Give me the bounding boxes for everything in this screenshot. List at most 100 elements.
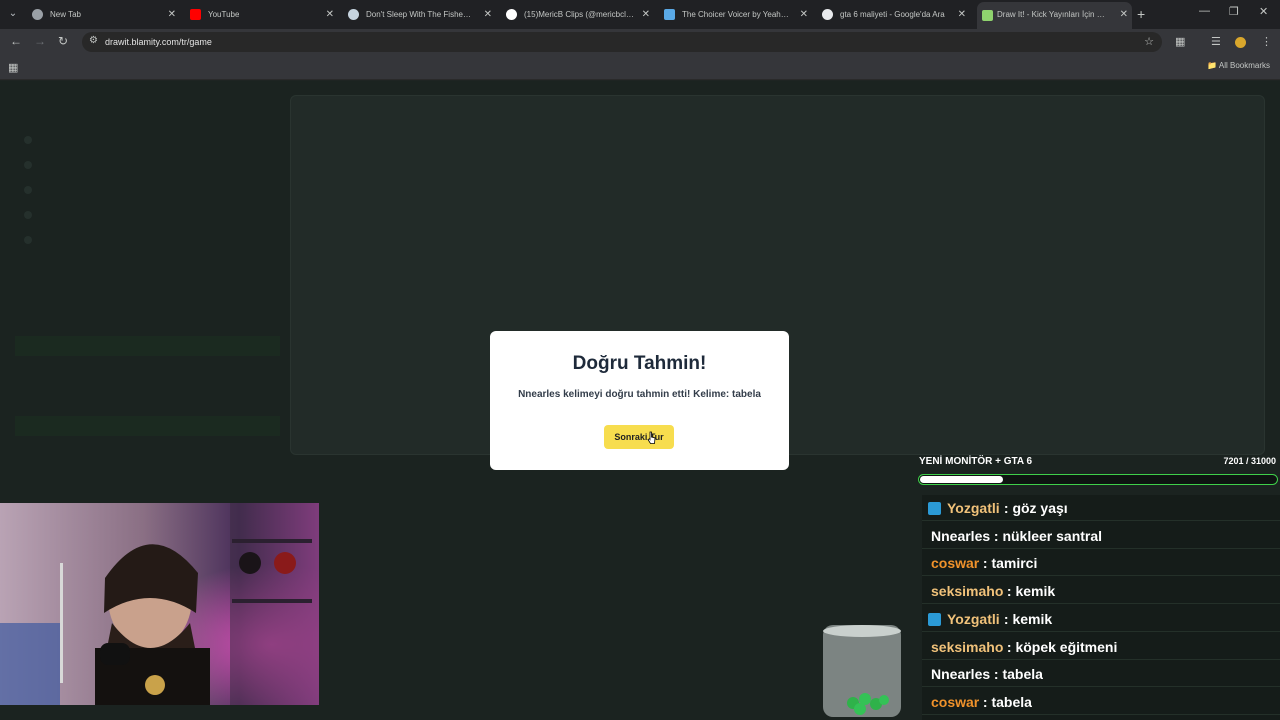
- bookmark-star-icon[interactable]: ☆: [1144, 35, 1154, 48]
- subscriber-badge-icon: [928, 502, 941, 515]
- chat-message: seksimaho : köpek eğitmeni: [922, 634, 1280, 660]
- player-row: [10, 156, 275, 174]
- goal-progress-fill: [920, 476, 1003, 483]
- goal-count: 7201 / 31000: [1223, 456, 1276, 466]
- profile-avatar[interactable]: [1235, 37, 1246, 48]
- close-tab-icon[interactable]: ✕: [168, 4, 176, 25]
- tab-search-icon[interactable]: ⌄: [5, 6, 21, 22]
- chat-message: seksimaho : kemik: [922, 578, 1280, 605]
- close-tab-icon[interactable]: ✕: [800, 4, 808, 25]
- menu-icon[interactable]: ⋮: [1261, 35, 1272, 48]
- chat-message-text: : kemik: [1000, 610, 1053, 627]
- feed-line: [15, 436, 280, 456]
- correct-guess-modal: Doğru Tahmin! Nnearles kelimeyi doğru ta…: [490, 331, 789, 470]
- chat-message-text: : kemik: [1003, 583, 1056, 600]
- modal-title: Doğru Tahmin!: [572, 353, 707, 374]
- player-avatar: [24, 186, 32, 194]
- chat-username: coswar: [931, 693, 980, 710]
- browser-tab-bar: ⌄ New Tab ✕ YouTube ✕ Don't Sleep With T…: [0, 0, 1280, 29]
- globe-icon: [32, 9, 43, 20]
- all-bookmarks-button[interactable]: 📁 All Bookmarks: [1207, 61, 1270, 70]
- close-window-icon[interactable]: ✕: [1259, 5, 1268, 18]
- close-tab-icon[interactable]: ✕: [642, 4, 650, 25]
- chat-username: seksimaho: [931, 638, 1004, 655]
- tab-new-tab[interactable]: New Tab ✕: [32, 4, 180, 25]
- tab-tiktok[interactable]: (15)MericB Clips (@mericbclips ✕: [506, 4, 654, 25]
- game-page: Doğru Tahmin! Nnearles kelimeyi doğru ta…: [0, 81, 1280, 720]
- feed-line: [15, 416, 280, 436]
- minimize-icon[interactable]: —: [1199, 5, 1210, 17]
- folder-icon: 📁: [1207, 61, 1218, 70]
- youtube-icon: [190, 9, 201, 20]
- chat-message-text: : nükleer santral: [990, 527, 1103, 544]
- bookmarks-bar: ▦ 📁 All Bookmarks: [0, 55, 1280, 80]
- close-tab-icon[interactable]: ✕: [958, 4, 966, 25]
- chat-username: coswar: [931, 555, 980, 572]
- close-tab-icon[interactable]: ✕: [484, 4, 492, 25]
- modal-message: Nnearles kelimeyi doğru tahmin etti! Kel…: [518, 389, 761, 400]
- goal-progress-bar: [918, 474, 1278, 485]
- goal-title: YENİ MONİTÖR + GTA 6: [919, 456, 1033, 467]
- feed-line: [15, 316, 280, 336]
- chat-message-text: : göz yaşı: [1000, 500, 1068, 516]
- chat-message: coswar : tamirci: [922, 550, 1280, 577]
- address-bar[interactable]: ⚙ drawit.blamity.com/tr/game ☆: [82, 32, 1162, 52]
- chat-username: Nnearles: [931, 666, 991, 683]
- player-avatar: [24, 211, 32, 219]
- site-icon: [664, 9, 675, 20]
- steam-icon: [348, 9, 359, 20]
- hand-cursor-icon: [647, 431, 656, 444]
- feed-line: [15, 356, 280, 376]
- chat-message: Nnearles : nükleer santral: [922, 523, 1280, 549]
- player-row: [10, 131, 275, 149]
- chat-message-text: : köpek eğitmeni: [1003, 638, 1118, 655]
- chat-username: Yozgatli: [947, 500, 1000, 516]
- forward-icon[interactable]: →: [34, 34, 46, 48]
- player-row: [10, 181, 275, 199]
- chat-message: Nnearles : tabela: [922, 661, 1280, 688]
- guess-feed: [15, 316, 280, 456]
- chat-username: Nnearles: [931, 527, 991, 544]
- chat-username: seksimaho: [931, 583, 1004, 600]
- close-tab-icon[interactable]: ✕: [326, 4, 334, 25]
- browser-toolbar: ← → ↻ ⚙ drawit.blamity.com/tr/game ☆ ▦ ☰…: [0, 29, 1280, 55]
- tab-choicer-voicer[interactable]: The Choicer Voicer by YeahMay ✕: [664, 4, 812, 25]
- chat-message-text: : tabela: [979, 693, 1032, 710]
- streamer-webcam-image: [0, 503, 319, 705]
- url-text: drawit.blamity.com/tr/game: [105, 37, 212, 47]
- google-icon: [822, 9, 833, 20]
- player-row: [10, 231, 275, 249]
- new-tab-icon[interactable]: +: [1137, 6, 1145, 22]
- media-icon[interactable]: ☰: [1211, 35, 1221, 48]
- chat-message: Yozgatli : kemik: [922, 606, 1280, 632]
- tiktok-icon: [506, 9, 517, 20]
- feed-line: [15, 396, 280, 416]
- next-round-button[interactable]: Sonraki Tur: [604, 425, 674, 449]
- chat-message-text: : tamirci: [979, 555, 1038, 572]
- player-avatar: [24, 161, 32, 169]
- chat-panel: Yozgatli : göz yaşı Nnearles : nükleer sa…: [922, 495, 1280, 720]
- player-avatar: [24, 236, 32, 244]
- extensions-icon[interactable]: ▦: [1175, 35, 1185, 48]
- chat-message: coswar : tabela: [922, 689, 1280, 715]
- chat-message: Yozgatli : göz yaşı: [922, 495, 1280, 521]
- tab-google-search[interactable]: gta 6 maliyeti - Google'da Ara ✕: [822, 4, 970, 25]
- apps-grid-icon[interactable]: ▦: [8, 61, 18, 74]
- player-row: [10, 206, 275, 224]
- tab-youtube[interactable]: YouTube ✕: [190, 4, 338, 25]
- reload-icon[interactable]: ↻: [58, 34, 68, 48]
- draw-it-icon: [982, 10, 993, 21]
- restore-icon[interactable]: ❐: [1229, 5, 1239, 18]
- tab-draw-it[interactable]: Draw It! - Kick Yayınları İçin Çizi ✕: [977, 2, 1132, 29]
- close-tab-icon[interactable]: ✕: [1120, 2, 1128, 27]
- webcam-feed: [0, 503, 319, 705]
- back-icon[interactable]: ←: [10, 34, 22, 48]
- player-list: [10, 121, 275, 251]
- tab-steam[interactable]: Don't Sleep With The Fishes on ✕: [348, 4, 496, 25]
- chat-username: Yozgatli: [947, 610, 1000, 627]
- site-info-icon[interactable]: ⚙: [89, 35, 98, 46]
- chat-message-text: : tabela: [990, 666, 1043, 683]
- tip-jar-image: [823, 625, 901, 717]
- subscriber-badge-icon: [928, 612, 941, 626]
- feed-line: [15, 336, 280, 356]
